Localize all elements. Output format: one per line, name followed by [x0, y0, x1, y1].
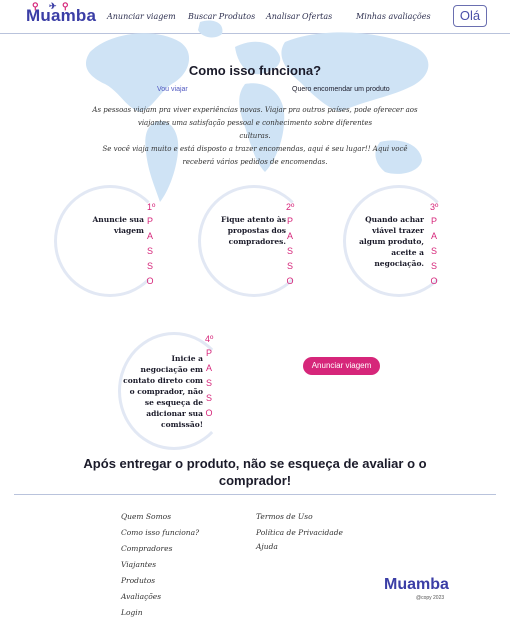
- footer-logo-text: Muamba: [384, 576, 449, 593]
- step-4-number: 4º: [205, 334, 214, 344]
- step-3-passo: P A S S O: [429, 214, 439, 289]
- step-line: viagem: [113, 226, 144, 235]
- passo-letter: O: [430, 276, 438, 286]
- final-message: Após entregar o produto, não se esqueça …: [60, 455, 450, 489]
- passo-letter: A: [146, 231, 153, 241]
- step-line: Fique atento às: [221, 215, 286, 224]
- step-line: comissão!: [161, 420, 203, 429]
- step-line: contato direto com: [123, 376, 203, 385]
- step-4-text: Inicie a negociação em contato direto co…: [118, 353, 203, 430]
- final-message-line: Após entregar o produto, não se esqueça …: [83, 456, 427, 471]
- step-2-text: Fique atento às propostas dos compradore…: [208, 214, 286, 247]
- passo-letter: S: [146, 246, 153, 256]
- step-1-passo: P A S S O: [145, 214, 155, 289]
- step-2-passo: P A S S O: [285, 214, 295, 289]
- step-line: Quando achar: [365, 215, 424, 224]
- airplane-icon: ✈: [49, 1, 57, 11]
- passo-letter: O: [205, 408, 213, 418]
- step-3-text: Quando achar viável trazer algum produto…: [352, 214, 424, 269]
- footer-link-quem-somos[interactable]: Quem Somos: [121, 512, 171, 521]
- intro-paragraph: As pessoas viajam pra viver experiências…: [60, 104, 450, 169]
- step-3-number: 3º: [430, 202, 439, 212]
- passo-letter: P: [146, 216, 153, 226]
- step-line: negociação em: [140, 365, 204, 374]
- final-message-line: comprador!: [218, 473, 292, 488]
- intro-line: receberá vários pedidos de encomendas.: [182, 158, 328, 166]
- step-line: compradores.: [228, 237, 286, 246]
- step-1-text: Anuncie sua viagem: [70, 214, 144, 236]
- footer-link-login[interactable]: Login: [121, 608, 143, 617]
- footer-logo: Muamba: [384, 576, 449, 594]
- footer-link-compradores[interactable]: Compradores: [121, 544, 172, 553]
- passo-letter: S: [146, 261, 153, 271]
- passo-letter: P: [286, 216, 293, 226]
- step-2-number: 2º: [286, 202, 295, 212]
- step-line: viável trazer: [372, 226, 424, 235]
- footer-link-como-funciona[interactable]: Como isso funciona?: [121, 528, 199, 537]
- footer-link-produtos[interactable]: Produtos: [121, 576, 155, 585]
- intro-line: viajantes uma satisfação pessoal e conhe…: [137, 119, 373, 127]
- passo-letter: A: [430, 231, 437, 241]
- passo-letter: O: [286, 276, 294, 286]
- passo-letter: S: [286, 261, 293, 271]
- step-4-passo: P A S S O: [204, 346, 214, 421]
- step-line: o comprador, não: [129, 387, 203, 396]
- passo-letter: S: [205, 393, 212, 403]
- footer-link-termos[interactable]: Termos de Uso: [256, 512, 313, 521]
- copyright: @copy 2023: [416, 595, 445, 601]
- passo-letter: S: [430, 261, 437, 271]
- intro-line: culturas.: [239, 132, 271, 140]
- intro-line: As pessoas viajam pra viver experiências…: [92, 106, 418, 114]
- passo-letter: O: [146, 276, 154, 286]
- step-line: se esqueça de: [144, 398, 203, 407]
- footer-link-avaliacoes[interactable]: Avaliações: [121, 592, 161, 601]
- tab-vou-viajar[interactable]: Vou viajar: [157, 86, 188, 93]
- step-line: aceite a: [391, 248, 424, 257]
- passo-letter: P: [205, 348, 212, 358]
- anunciar-viagem-button[interactable]: Anunciar viagem: [303, 357, 380, 375]
- step-line: algum produto,: [359, 237, 424, 246]
- intro-line: Se você viaja muito e está disposto a tr…: [102, 145, 408, 153]
- step-line: Anuncie sua: [92, 215, 144, 224]
- footer-link-viajantes[interactable]: Viajantes: [121, 560, 156, 569]
- passo-letter: S: [430, 246, 437, 256]
- footer-link-privacidade[interactable]: Política de Privacidade: [256, 528, 343, 537]
- page-title: Como isso funciona?: [188, 63, 322, 78]
- passo-letter: A: [205, 363, 212, 373]
- footer-link-ajuda[interactable]: Ajuda: [256, 542, 278, 551]
- step-line: negociação.: [374, 259, 424, 268]
- pin-icon: ⚲: [62, 1, 69, 11]
- step-line: Inicie a: [171, 354, 203, 363]
- step-1-number: 1º: [147, 202, 156, 212]
- passo-letter: S: [205, 378, 212, 388]
- pin-icon: ⚲: [32, 1, 39, 11]
- footer-divider: [14, 494, 496, 495]
- passo-letter: S: [286, 246, 293, 256]
- step-line: adicionar sua: [146, 409, 203, 418]
- passo-letter: P: [430, 216, 437, 226]
- passo-letter: A: [286, 231, 293, 241]
- step-line: propostas dos: [227, 226, 286, 235]
- tab-quero-encomendar[interactable]: Quero encomendar um produto: [292, 86, 390, 93]
